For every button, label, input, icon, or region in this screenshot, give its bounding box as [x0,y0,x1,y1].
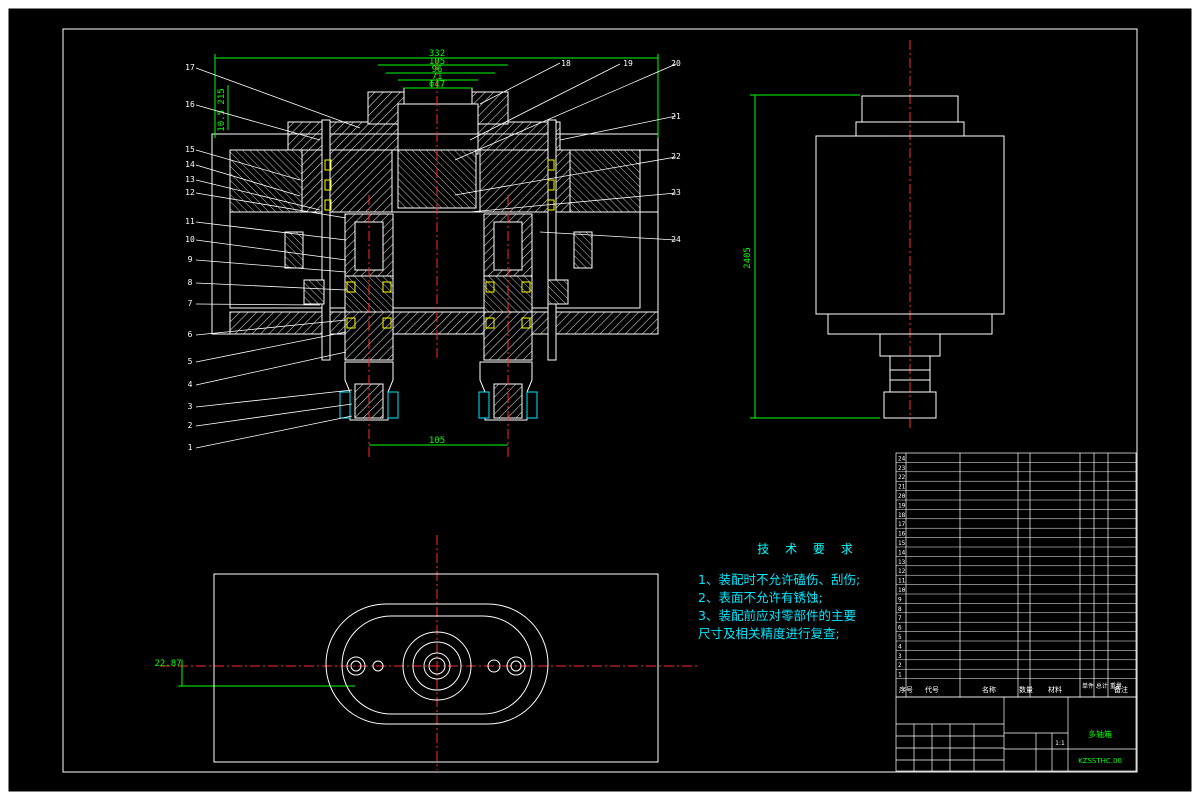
drawing-code: KZSSTHC.00 [1078,757,1122,765]
sheet-background [8,8,1192,792]
balloon-2: 2 [188,421,193,430]
cad-drawing-canvas: 332 105 96 71 Φ47 105 2405 22.87 10.5 21… [7,7,1193,793]
balloon-5: 5 [188,357,193,366]
balloon-10: 10 [185,235,195,244]
technical-requirement-line-1: 1、装配时不允许磕伤、刮伤; [698,572,861,587]
balloon-19: 19 [623,59,633,68]
technical-requirements: 技 术 要 求 1、装配时不允许磕伤、刮伤; 2、表面不允许有锈蚀; 3、装配前… [698,540,908,643]
drawing-scale: 1:1 [1055,740,1065,747]
dim-left-small: 10.5 215 [217,88,227,131]
dim-height: 2405 [743,247,753,269]
bom-item-number: 17 [898,521,906,528]
bom-item-number: 22 [898,474,906,481]
balloon-9: 9 [188,255,193,264]
bom-item-number: 20 [898,493,906,500]
balloon-11: 11 [185,217,195,226]
balloon-13: 13 [185,175,195,184]
bom-item-number: 1 [898,672,902,679]
bom-item-number: 2 [898,662,902,669]
balloon-6: 6 [188,330,193,339]
balloon-16: 16 [185,100,195,109]
balloon-23: 23 [671,188,681,197]
bom-header-name: 名称 [982,685,996,694]
balloon-4: 4 [188,380,193,389]
balloon-21: 21 [671,112,681,121]
bom-item-number: 18 [898,512,906,519]
balloon-24: 24 [671,235,681,244]
balloon-3: 3 [188,402,193,411]
technical-requirement-line-2: 2、表面不允许有锈蚀; [698,590,823,605]
bom-item-number: 4 [898,643,902,650]
bom-item-number: 21 [898,484,906,491]
bom-item-number: 16 [898,531,906,538]
balloon-17: 17 [185,63,195,72]
balloon-12: 12 [185,188,195,197]
bom-item-number: 3 [898,653,902,660]
balloon-18: 18 [561,59,571,68]
bom-header-code: 代号 [925,685,939,694]
drawing-name: 多轴箱 [1088,729,1112,739]
bom-item-number: 19 [898,502,906,509]
balloon-20: 20 [671,59,681,68]
dim-bottom-spacing: 105 [429,436,445,446]
dim-d4: Φ47 [429,80,445,90]
balloon-1: 1 [188,443,193,452]
balloon-7: 7 [188,299,193,308]
dim-offset: 22.87 [154,659,181,669]
bom-header-remark: 备注 [1114,685,1128,694]
balloon-14: 14 [185,160,195,169]
technical-requirement-line-4: 尺寸及相关精度进行复查; [698,626,840,641]
bom-header-qty: 数量 [1019,685,1033,694]
balloon-15: 15 [185,145,195,154]
bom-header-material: 材料 [1048,685,1062,694]
bom-item-number: 23 [898,465,906,472]
bom-item-number: 24 [898,455,906,462]
technical-requirement-line-3: 3、装配前应对零部件的主要 [698,608,856,623]
balloon-8: 8 [188,278,193,287]
bom-header-seq: 序号 [899,685,913,694]
technical-requirements-title: 技 术 要 求 [757,542,859,556]
balloon-22: 22 [671,152,681,161]
